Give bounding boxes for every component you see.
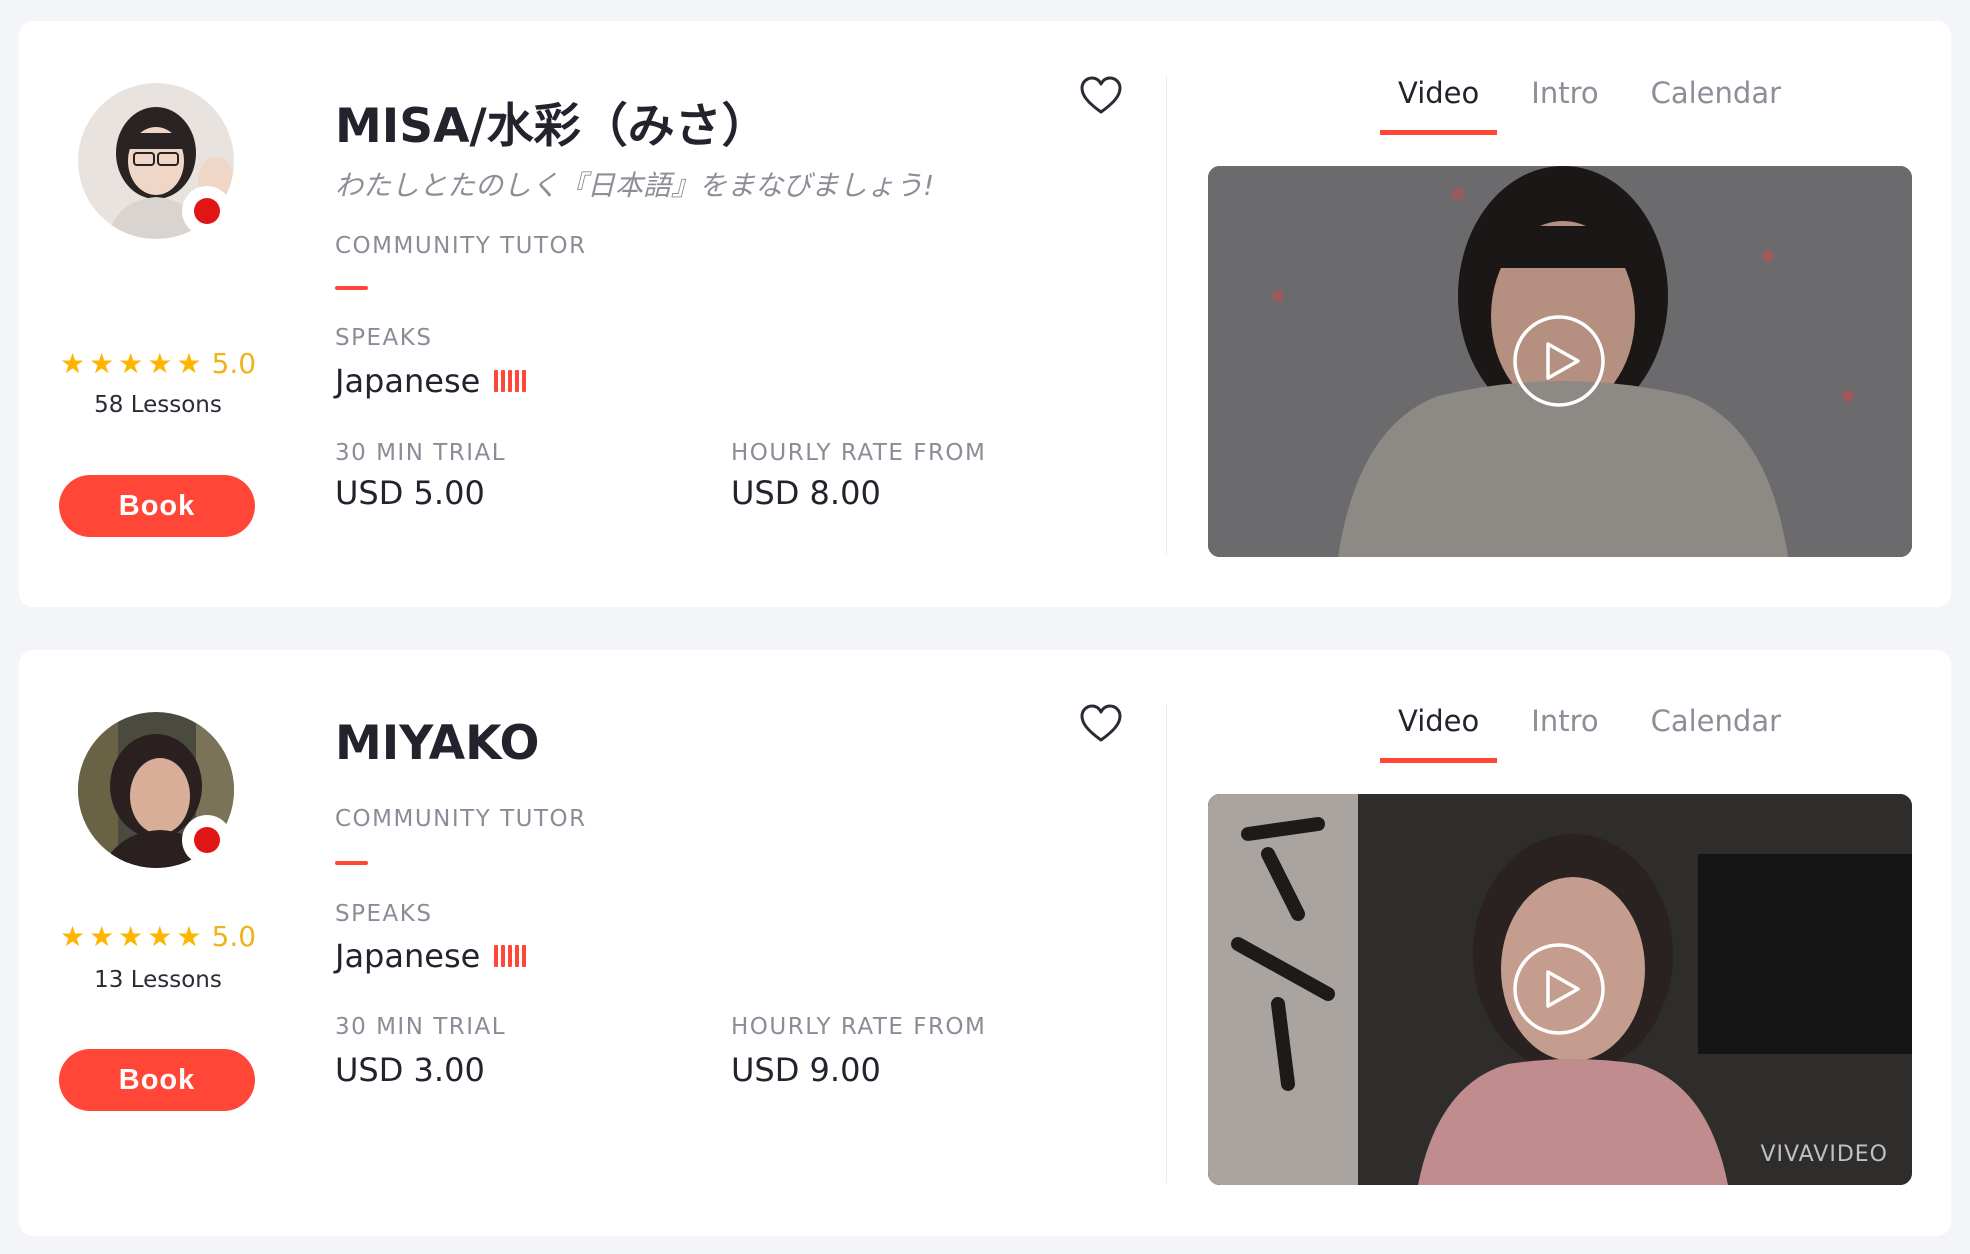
star-icon: ★ bbox=[118, 919, 144, 953]
rating: ★ ★ ★ ★ ★ 5.0 bbox=[53, 347, 263, 380]
star-icon: ★ bbox=[147, 919, 173, 953]
star-icon: ★ bbox=[89, 919, 115, 953]
language-name: Japanese bbox=[335, 362, 481, 400]
japan-flag-icon bbox=[184, 817, 230, 863]
rating-value: 5.0 bbox=[211, 920, 257, 953]
book-button[interactable]: Book bbox=[59, 475, 255, 537]
proficiency-bars-icon bbox=[494, 370, 527, 392]
role-underline bbox=[335, 861, 368, 865]
tab-calendar[interactable]: Calendar bbox=[1633, 704, 1799, 763]
star-icon: ★ bbox=[176, 919, 202, 953]
tab-video[interactable]: Video bbox=[1380, 704, 1498, 763]
hourly-price: USD 9.00 bbox=[731, 1051, 881, 1089]
tutor-name[interactable]: MIYAKO bbox=[335, 716, 539, 771]
trial-price: USD 3.00 bbox=[335, 1051, 485, 1089]
trial-label: 30 MIN TRIAL bbox=[335, 1014, 507, 1040]
video-watermark: VIVAVIDEO bbox=[1760, 1142, 1888, 1167]
tutor-name[interactable]: MISA/水彩（みさ） bbox=[335, 87, 769, 156]
star-icon: ★ bbox=[118, 346, 144, 380]
play-circle-icon[interactable] bbox=[1512, 314, 1606, 408]
lessons-count: 58 Lessons bbox=[94, 392, 222, 418]
tab-intro[interactable]: Intro bbox=[1513, 76, 1616, 135]
tutor-card[interactable]: ★ ★ ★ ★ ★ 5.0 58 Lessons Book MISA/水彩（みさ… bbox=[19, 21, 1951, 607]
tutor-role: COMMUNITY TUTOR bbox=[335, 233, 587, 259]
star-icon: ★ bbox=[59, 346, 86, 380]
hourly-label: HOURLY RATE FROM bbox=[731, 1014, 987, 1040]
language-row: Japanese bbox=[335, 362, 527, 400]
heart-outline-icon[interactable] bbox=[1079, 75, 1123, 115]
book-button[interactable]: Book bbox=[59, 1049, 255, 1111]
media-tabs: Video Intro Calendar bbox=[1380, 76, 1815, 135]
lessons-count: 13 Lessons bbox=[94, 967, 222, 993]
tab-video[interactable]: Video bbox=[1380, 76, 1498, 135]
tutor-role: COMMUNITY TUTOR bbox=[335, 806, 587, 832]
intro-video[interactable]: VIVAVIDEO bbox=[1208, 794, 1912, 1185]
play-circle-icon[interactable] bbox=[1512, 942, 1606, 1036]
hourly-label: HOURLY RATE FROM bbox=[731, 440, 987, 466]
intro-video[interactable] bbox=[1208, 166, 1912, 557]
language-row: Japanese bbox=[335, 937, 527, 975]
star-icon: ★ bbox=[176, 346, 202, 380]
heart-outline-icon[interactable] bbox=[1079, 703, 1123, 743]
tutor-card[interactable]: ★ ★ ★ ★ ★ 5.0 13 Lessons Book MIYAKO COM… bbox=[19, 650, 1951, 1236]
tab-calendar[interactable]: Calendar bbox=[1633, 76, 1799, 135]
rating-value: 5.0 bbox=[211, 347, 257, 380]
trial-label: 30 MIN TRIAL bbox=[335, 440, 507, 466]
rating: ★ ★ ★ ★ ★ 5.0 bbox=[53, 920, 263, 953]
japan-flag-icon bbox=[184, 188, 230, 234]
role-underline bbox=[335, 286, 368, 290]
speaks-label: SPEAKS bbox=[335, 901, 433, 927]
tutor-tagline: わたしとたのしく『日本語』をまなびましょう! bbox=[335, 169, 935, 202]
star-icon: ★ bbox=[89, 346, 115, 380]
star-icon: ★ bbox=[147, 346, 173, 380]
card-divider bbox=[1166, 703, 1167, 1183]
card-divider bbox=[1166, 75, 1167, 555]
media-tabs: Video Intro Calendar bbox=[1380, 704, 1815, 763]
star-icon: ★ bbox=[59, 919, 86, 953]
speaks-label: SPEAKS bbox=[335, 325, 433, 351]
hourly-price: USD 8.00 bbox=[731, 474, 881, 512]
tab-intro[interactable]: Intro bbox=[1513, 704, 1616, 763]
proficiency-bars-icon bbox=[494, 945, 527, 967]
language-name: Japanese bbox=[335, 937, 481, 975]
trial-price: USD 5.00 bbox=[335, 474, 485, 512]
